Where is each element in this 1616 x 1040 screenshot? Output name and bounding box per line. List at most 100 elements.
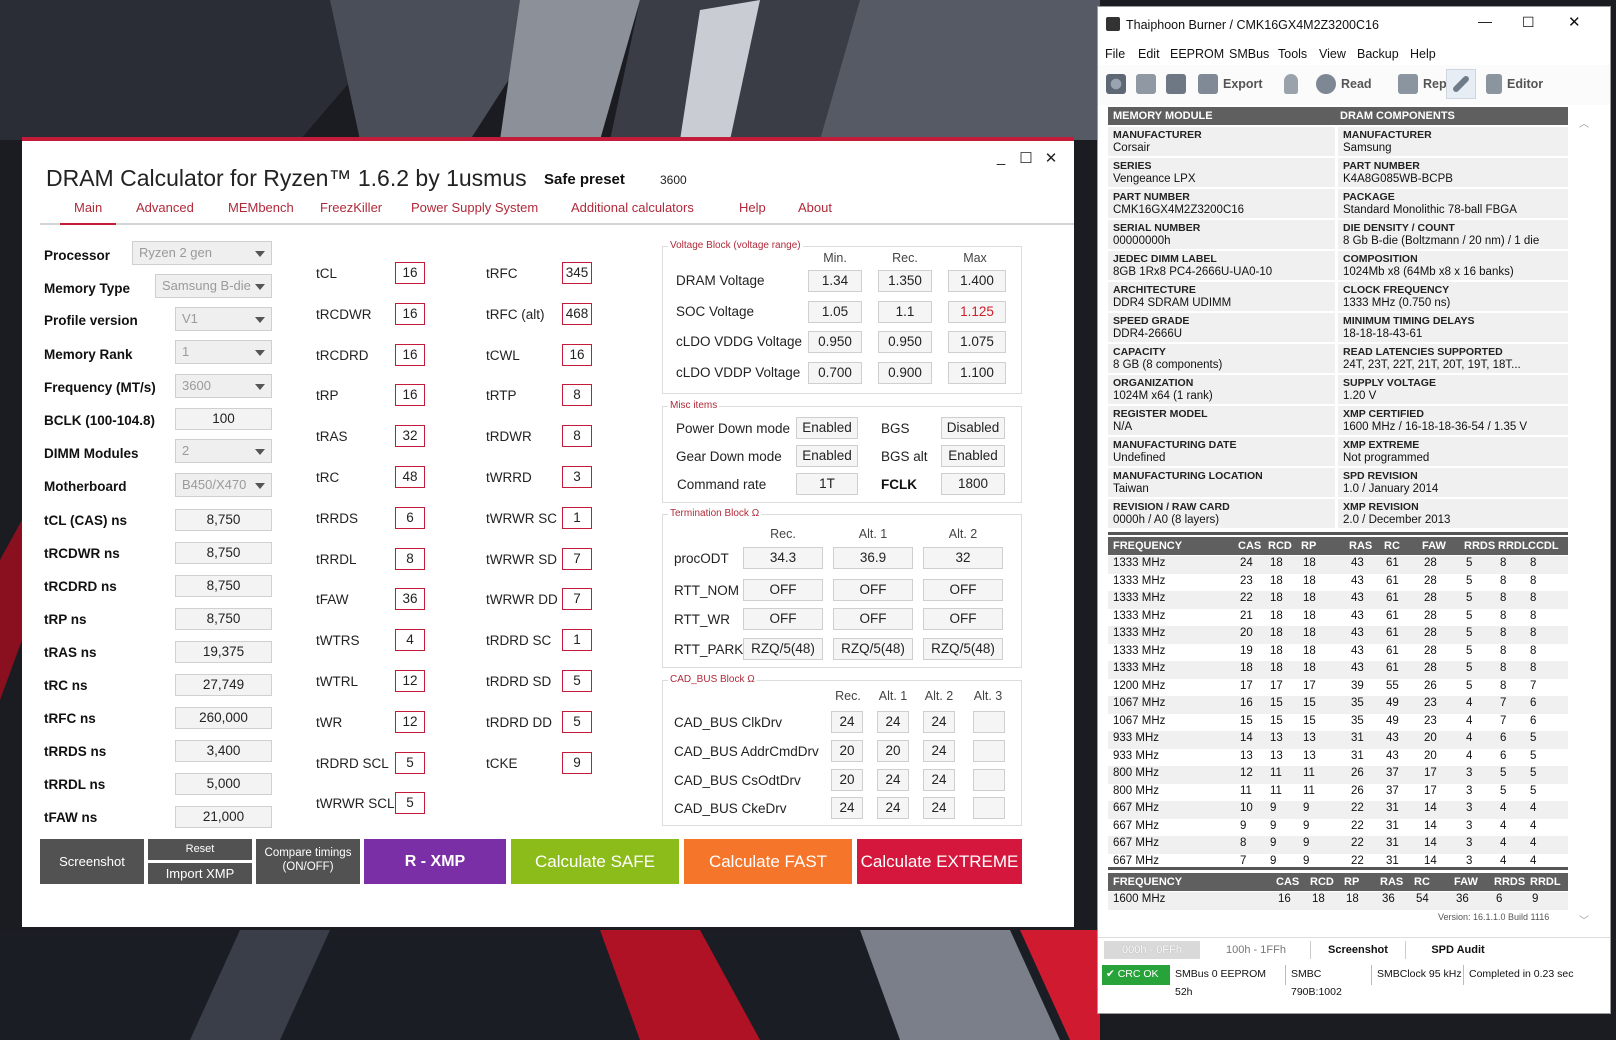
fclk-value[interactable]: 1800 (941, 473, 1005, 495)
tab-about[interactable]: About (798, 201, 832, 225)
processor-select[interactable]: Ryzen 2 gen (132, 241, 272, 265)
maximize-button[interactable]: ☐ (1015, 149, 1037, 167)
cadbus-value[interactable]: 24 (923, 797, 955, 819)
cadbus-value[interactable]: 20 (877, 740, 909, 762)
cadbus-value[interactable]: 24 (831, 711, 863, 733)
wrench-tool[interactable] (1446, 69, 1476, 99)
termination-value[interactable]: OFF (833, 608, 913, 630)
voltage-min[interactable]: 0.950 (808, 331, 862, 353)
scroll-up-icon[interactable]: ︿ (1579, 115, 1589, 130)
cadbus-value[interactable] (973, 797, 1005, 819)
tab-additional-calculators[interactable]: Additional calculators (571, 201, 694, 225)
spd-audit-tab[interactable]: SPD Audit (1410, 941, 1506, 959)
bgs-alt-value[interactable]: Enabled (941, 445, 1005, 467)
voltage-max[interactable]: 1.400 (948, 270, 1006, 292)
close-button[interactable]: ✕ (1040, 149, 1062, 167)
voltage-rec[interactable]: 1.1 (878, 300, 932, 323)
timing-input[interactable]: 3 (562, 466, 592, 488)
timing-input[interactable]: 32 (395, 425, 425, 448)
cadbus-value[interactable] (973, 711, 1005, 733)
timing-input[interactable]: 5 (562, 710, 592, 733)
compare-timings-button[interactable]: Compare timings (ON/OFF) (256, 839, 360, 884)
timing-input[interactable]: 5 (395, 751, 425, 774)
menu-eeprom[interactable]: EEPROM (1170, 47, 1224, 61)
tab-000h-0ffh[interactable]: 000h - 0FFh (1104, 941, 1200, 959)
power-down-value[interactable]: Enabled (796, 417, 858, 439)
timing-input[interactable]: 12 (395, 710, 425, 733)
minimize-button[interactable]: _ (990, 149, 1012, 166)
voltage-max[interactable]: 1.075 (948, 331, 1006, 353)
menu-smbus[interactable]: SMBus (1229, 47, 1269, 61)
settings-tool[interactable] (1106, 71, 1131, 97)
timing-input[interactable]: 1 (562, 629, 592, 652)
menu-file[interactable]: File (1105, 47, 1125, 61)
cadbus-value[interactable] (973, 740, 1005, 762)
voltage-max[interactable]: 1.100 (948, 361, 1006, 384)
calculate-extreme-button[interactable]: Calculate EXTREME (857, 839, 1022, 884)
open-tool[interactable] (1136, 71, 1161, 97)
cadbus-value[interactable]: 24 (877, 711, 909, 733)
tab-membench[interactable]: MEMbench (228, 201, 294, 225)
timing-input[interactable]: 5 (395, 792, 425, 815)
frequency-select[interactable]: 3600 (175, 374, 272, 398)
profile-version-select[interactable]: V1 (175, 307, 272, 331)
tab-power-supply[interactable]: Power Supply System (411, 201, 538, 225)
timing-input[interactable]: 48 (395, 466, 425, 488)
timing-input[interactable]: 345 (562, 262, 592, 284)
dimm-modules-select[interactable]: 2 (175, 439, 272, 463)
timing-input[interactable]: 4 (395, 629, 425, 652)
termination-value[interactable]: OFF (923, 608, 1003, 630)
timing-input[interactable]: 7 (562, 547, 592, 570)
cadbus-value[interactable]: 24 (923, 711, 955, 733)
memory-rank-select[interactable]: 1 (175, 340, 272, 364)
termination-value[interactable]: OFF (833, 579, 913, 601)
cadbus-value[interactable]: 24 (877, 769, 909, 791)
editor-tool[interactable]: Editor (1486, 71, 1543, 97)
close-button[interactable]: ✕ (1568, 13, 1581, 31)
termination-value[interactable]: RZQ/5(48) (833, 638, 913, 660)
screenshot-button[interactable]: Screenshot (40, 839, 144, 884)
timing-input[interactable]: 5 (562, 670, 592, 692)
timing-input[interactable]: 16 (395, 262, 425, 284)
termination-value[interactable]: 32 (923, 547, 1003, 569)
timing-input[interactable]: 6 (395, 506, 425, 529)
termination-value[interactable]: OFF (923, 579, 1003, 601)
voltage-min[interactable]: 1.34 (808, 270, 862, 292)
command-rate-value[interactable]: 1T (796, 473, 858, 495)
cadbus-value[interactable] (973, 769, 1005, 791)
tab-main[interactable]: Main (60, 201, 117, 225)
menu-view[interactable]: View (1319, 47, 1346, 61)
timing-input[interactable]: 7 (562, 588, 592, 611)
timing-input[interactable]: 8 (562, 384, 592, 407)
voltage-rec[interactable]: 0.900 (878, 361, 932, 384)
cadbus-value[interactable]: 20 (831, 740, 863, 762)
motherboard-select[interactable]: B450/X470 (175, 473, 272, 497)
timing-input[interactable]: 12 (395, 670, 425, 692)
voltage-min[interactable]: 0.700 (808, 361, 862, 384)
cadbus-value[interactable]: 24 (877, 797, 909, 819)
tab-freezkiller[interactable]: FreezKiller (320, 201, 382, 225)
read-tool[interactable]: Read (1316, 71, 1372, 97)
scroll-down-icon[interactable]: ﹀ (1579, 912, 1589, 927)
tab-100h-1ffh[interactable]: 100h - 1FFh (1210, 941, 1302, 959)
bclk-input[interactable]: 100 (175, 408, 272, 430)
termination-value[interactable]: 34.3 (743, 547, 823, 569)
menu-help[interactable]: Help (1410, 47, 1436, 61)
tab-help[interactable]: Help (739, 201, 766, 225)
menu-tools[interactable]: Tools (1278, 47, 1307, 61)
timing-input[interactable]: 36 (395, 588, 425, 611)
reset-button[interactable]: Reset (148, 839, 252, 860)
termination-value[interactable]: 36.9 (833, 547, 913, 569)
calculate-fast-button[interactable]: Calculate FAST (684, 839, 852, 884)
voltage-rec[interactable]: 0.950 (878, 331, 932, 353)
termination-value[interactable]: OFF (743, 608, 823, 630)
voltage-max[interactable]: 1.125 (948, 300, 1006, 323)
screenshot-tab[interactable]: Screenshot (1310, 941, 1406, 959)
export-tool[interactable]: Export (1198, 71, 1263, 97)
timing-input[interactable]: 1 (562, 506, 592, 529)
timing-input[interactable]: 8 (395, 547, 425, 570)
timing-input[interactable]: 16 (395, 302, 425, 325)
termination-value[interactable]: RZQ/5(48) (923, 638, 1003, 660)
tab-advanced[interactable]: Advanced (136, 201, 194, 225)
bgs-value[interactable]: Disabled (941, 417, 1005, 439)
